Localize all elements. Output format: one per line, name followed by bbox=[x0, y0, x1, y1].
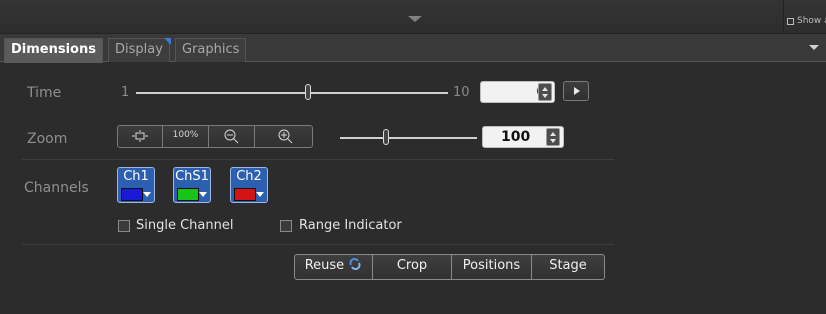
spin-up-icon[interactable] bbox=[542, 87, 548, 91]
spin-up-icon[interactable] bbox=[550, 132, 556, 136]
tab-display[interactable]: Display bbox=[108, 38, 170, 62]
zoom-value: 100 bbox=[501, 129, 531, 145]
show-all-label: Show all bbox=[797, 16, 826, 26]
divider bbox=[22, 244, 614, 245]
zoom-label: Zoom bbox=[27, 131, 68, 147]
zoom-in-icon bbox=[278, 129, 293, 144]
single-channel-label: Single Channel bbox=[136, 218, 234, 233]
zoom-value-field[interactable]: 100 bbox=[482, 126, 564, 148]
spin-down-icon[interactable] bbox=[550, 139, 556, 143]
time-min-label: 1 bbox=[121, 85, 130, 100]
channel-ch2-button[interactable]: Ch2 bbox=[230, 167, 268, 203]
single-channel-checkbox[interactable] bbox=[118, 220, 130, 232]
time-label: Time bbox=[27, 85, 62, 101]
channel-ch1-button[interactable]: Ch1 bbox=[117, 167, 155, 203]
play-icon bbox=[574, 87, 580, 95]
fit-to-window-button[interactable] bbox=[117, 125, 163, 148]
show-all-toggle[interactable]: Show all bbox=[787, 14, 826, 28]
zoom-slider-thumb[interactable] bbox=[383, 129, 389, 145]
zoom-slider-track[interactable] bbox=[340, 137, 477, 139]
divider bbox=[22, 159, 614, 160]
range-indicator-checkbox[interactable] bbox=[280, 220, 292, 232]
reuse-label: Reuse bbox=[304, 258, 345, 273]
tab-graphics[interactable]: Graphics bbox=[175, 38, 247, 62]
channel-name: ChS1 bbox=[175, 169, 209, 184]
tab-menu-dropdown-icon[interactable] bbox=[809, 45, 819, 50]
collapse-panel-icon[interactable] bbox=[408, 16, 422, 22]
divider bbox=[783, 0, 784, 34]
checkbox-icon bbox=[787, 17, 794, 25]
channels-label: Channels bbox=[24, 180, 89, 196]
channel-chs1-button[interactable]: ChS1 bbox=[173, 167, 211, 203]
range-indicator-label: Range Indicator bbox=[299, 218, 402, 233]
chevron-down-icon[interactable] bbox=[143, 192, 151, 197]
zoom-in-button[interactable] bbox=[255, 125, 313, 148]
tab-dimensions[interactable]: Dimensions bbox=[4, 38, 103, 63]
time-max-label: 10 bbox=[453, 85, 470, 100]
channel-color-swatch bbox=[177, 188, 199, 201]
zoom-out-button[interactable] bbox=[209, 125, 255, 148]
channel-name: Ch1 bbox=[123, 169, 149, 184]
chevron-down-icon[interactable] bbox=[199, 192, 207, 197]
zoom-out-icon bbox=[224, 129, 239, 144]
spin-down-icon[interactable] bbox=[542, 94, 548, 98]
chevron-down-icon[interactable] bbox=[256, 192, 264, 197]
crop-button[interactable]: Crop bbox=[373, 254, 452, 280]
zoom-spinner[interactable] bbox=[546, 128, 560, 146]
time-slider-thumb[interactable] bbox=[305, 84, 311, 100]
recycle-icon bbox=[349, 258, 361, 270]
stage-button[interactable]: Stage bbox=[532, 254, 604, 280]
time-slider-track[interactable] bbox=[136, 92, 448, 94]
positions-button[interactable]: Positions bbox=[452, 254, 532, 280]
channel-name: Ch2 bbox=[236, 169, 262, 184]
reuse-button[interactable]: Reuse bbox=[295, 254, 373, 280]
fit-to-window-icon bbox=[132, 130, 148, 142]
tab-indicator-icon bbox=[164, 38, 171, 45]
time-spinner[interactable] bbox=[538, 83, 552, 101]
time-value-field[interactable]: 6 bbox=[480, 81, 555, 103]
play-button[interactable] bbox=[563, 81, 589, 101]
channel-color-swatch bbox=[234, 188, 256, 201]
channel-color-swatch bbox=[121, 188, 143, 201]
zoom-100-button[interactable]: 100% bbox=[163, 125, 209, 148]
